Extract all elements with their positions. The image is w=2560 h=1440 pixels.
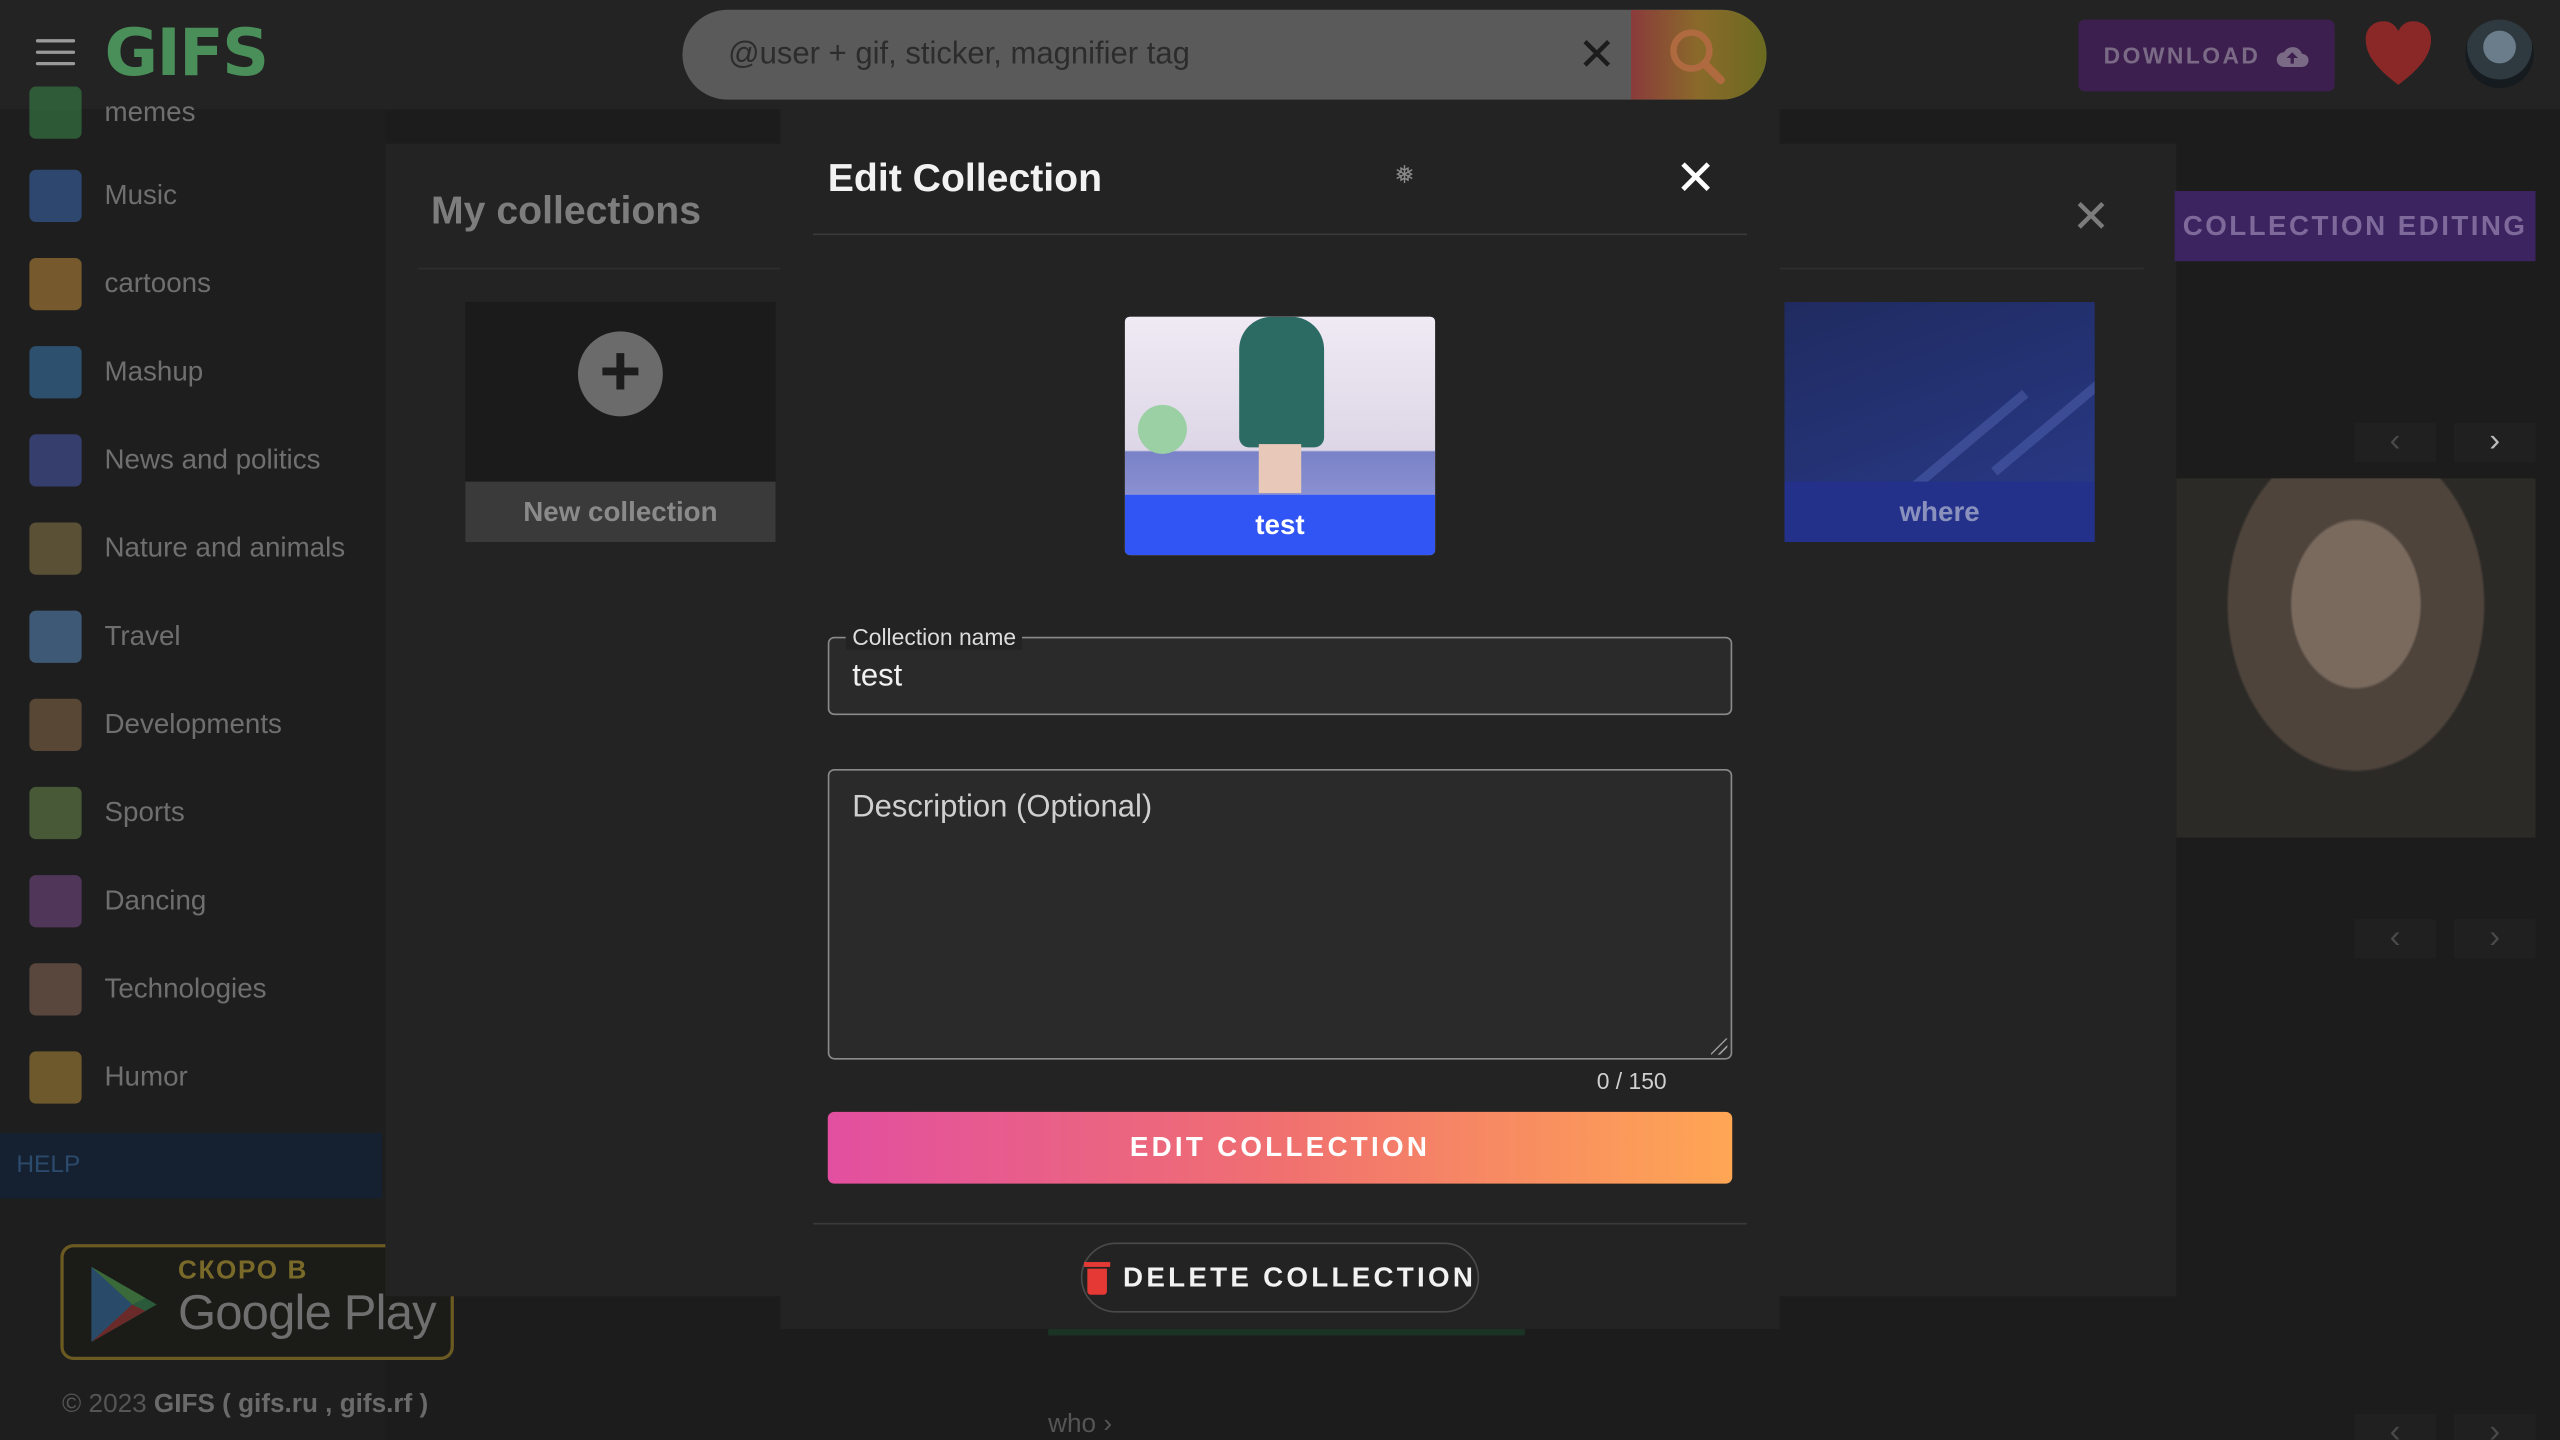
favorites-heart-icon[interactable] [2362,20,2434,89]
divider [813,233,1747,236]
edit-collection-button[interactable]: EDIT COLLECTION [827,1111,1733,1184]
collection-name-input[interactable] [852,654,1702,701]
sidebar-item-label: Sports [104,796,185,828]
sidebar-item-label: Mashup [104,355,204,387]
download-label: DOWNLOAD [2103,42,2261,69]
prev-arrow-icon[interactable]: ‹ [2354,919,2436,959]
plus-icon: + [577,331,663,417]
collection-name-field: Collection name [827,623,1733,716]
help-link[interactable]: HELP [0,1133,383,1199]
edit-collection-modal: Edit Collection ❅ ✕ test Collection name… [780,109,1780,1329]
sidebar: memes Music cartoons Mashup News and pol… [0,86,386,1440]
memes-thumbnail [29,86,82,139]
sports-thumbnail [29,786,82,840]
description-input[interactable] [852,790,1708,1036]
sidebar-item-humor[interactable]: Humor [29,1048,372,1107]
search-input[interactable] [728,9,1578,100]
decor-streak [1991,373,2095,476]
sidebar-item-label: Dancing [104,884,207,916]
copyright: © 2023 GIFS ( gifs.ru , gifs.rf ) [62,1391,428,1420]
prev-arrow-icon[interactable]: ‹ [2354,422,2436,463]
collection-name-label: Collection name [845,623,1023,650]
collection-editing-button[interactable]: COLLECTION EDITING [2174,191,2536,262]
sidebar-item-technologies[interactable]: Technologies [29,960,372,1019]
copyright-year: © 2023 [62,1391,147,1419]
site-logo[interactable]: GIFS [104,16,269,92]
sidebar-item-memes[interactable]: memes [29,83,372,142]
decor [1258,444,1302,494]
section-link-who[interactable]: who › [1048,1411,1112,1440]
clear-search-icon[interactable]: ✕ [1574,32,1620,79]
sidebar-item-dancing[interactable]: Dancing [29,872,372,931]
sidebar-item-label: Developments [104,708,282,740]
description-field [827,768,1733,1060]
google-play-icon [91,1266,157,1343]
sidebar-item-music[interactable]: Music [29,167,372,226]
next-arrow-icon[interactable]: › [2453,919,2536,959]
gif-thumbnail[interactable] [2176,478,2536,838]
sidebar-item-sports[interactable]: Sports [29,784,372,843]
sidebar-item-news-and-politics[interactable]: News and politics [29,431,372,490]
google-play-coming-soon: СКОРО В [177,1257,309,1285]
technologies-thumbnail [29,963,82,1016]
resize-handle-icon[interactable] [1711,1038,1728,1055]
sidebar-item-travel[interactable]: Travel [29,607,372,666]
search-bar: ✕ [682,9,1767,100]
sidebar-item-cartoons[interactable]: cartoons [29,255,372,314]
cloud-upload-icon [2275,47,2308,67]
decor-streak [1909,389,2029,492]
travel-thumbnail [29,610,82,663]
character-counter: 0 / 150 [1596,1067,1667,1094]
dancing-thumbnail [29,875,82,928]
user-avatar[interactable] [2465,19,2534,89]
search-icon [1670,29,1725,85]
nature-thumbnail [29,522,82,575]
developments-thumbnail [29,698,82,752]
logo-text: GIFS [104,16,269,92]
sidebar-item-label: memes [104,96,196,128]
copyright-brand[interactable]: GIFS ( gifs.ru , gifs.rf ) [154,1391,428,1419]
panel-close-icon[interactable]: ✕ [2072,189,2110,243]
collection-label: where [1784,481,2095,543]
sidebar-item-label: Technologies [104,973,267,1005]
sidebar-item-label: News and politics [104,444,321,476]
prev-arrow-icon[interactable]: ‹ [2354,1413,2436,1440]
cover-label: test [1124,494,1436,556]
new-collection-card[interactable]: + New collection [465,302,776,543]
next-arrow-icon[interactable]: › [2453,422,2536,463]
decor [1239,316,1325,448]
cover-image [1124,316,1436,495]
sidebar-item-label: Nature and animals [104,532,346,564]
trash-icon [1083,1261,1110,1294]
collection-card-where[interactable]: where [1784,302,2095,543]
section-label: who [1048,1410,1097,1439]
decor [1137,404,1187,454]
modal-close-icon[interactable]: ✕ [1675,154,1716,204]
sidebar-item-label: Music [104,179,177,211]
delete-collection-button[interactable]: DELETE COLLECTION [1080,1242,1480,1313]
download-button[interactable]: DOWNLOAD [2078,19,2335,92]
news-thumbnail [29,434,82,487]
mashup-thumbnail [29,346,82,399]
sidebar-item-nature-and-animals[interactable]: Nature and animals [29,519,372,578]
sidebar-item-mashup[interactable]: Mashup [29,343,372,402]
collection-cover-preview[interactable]: test [1124,316,1436,556]
next-arrow-icon[interactable]: › [2453,1413,2536,1440]
sidebar-item-label: Travel [104,620,181,652]
divider [813,1222,1747,1225]
menu-icon[interactable] [35,39,76,68]
panel-title: My collections [431,189,702,234]
sidebar-item-label: Humor [104,1061,188,1093]
delete-label: DELETE COLLECTION [1123,1261,1477,1293]
sidebar-item-label: cartoons [104,267,211,299]
humor-thumbnail [29,1051,82,1104]
cartoons-thumbnail [29,257,82,311]
music-thumbnail [29,169,82,223]
search-button[interactable] [1631,9,1767,100]
sidebar-item-developments[interactable]: Developments [29,696,372,755]
new-collection-label: New collection [465,481,776,543]
top-bar: GIFS ✕ DOWNLOAD [0,0,2560,110]
modal-title: Edit Collection [827,156,1103,201]
loading-spinner-icon: ❅ [1394,161,1415,190]
